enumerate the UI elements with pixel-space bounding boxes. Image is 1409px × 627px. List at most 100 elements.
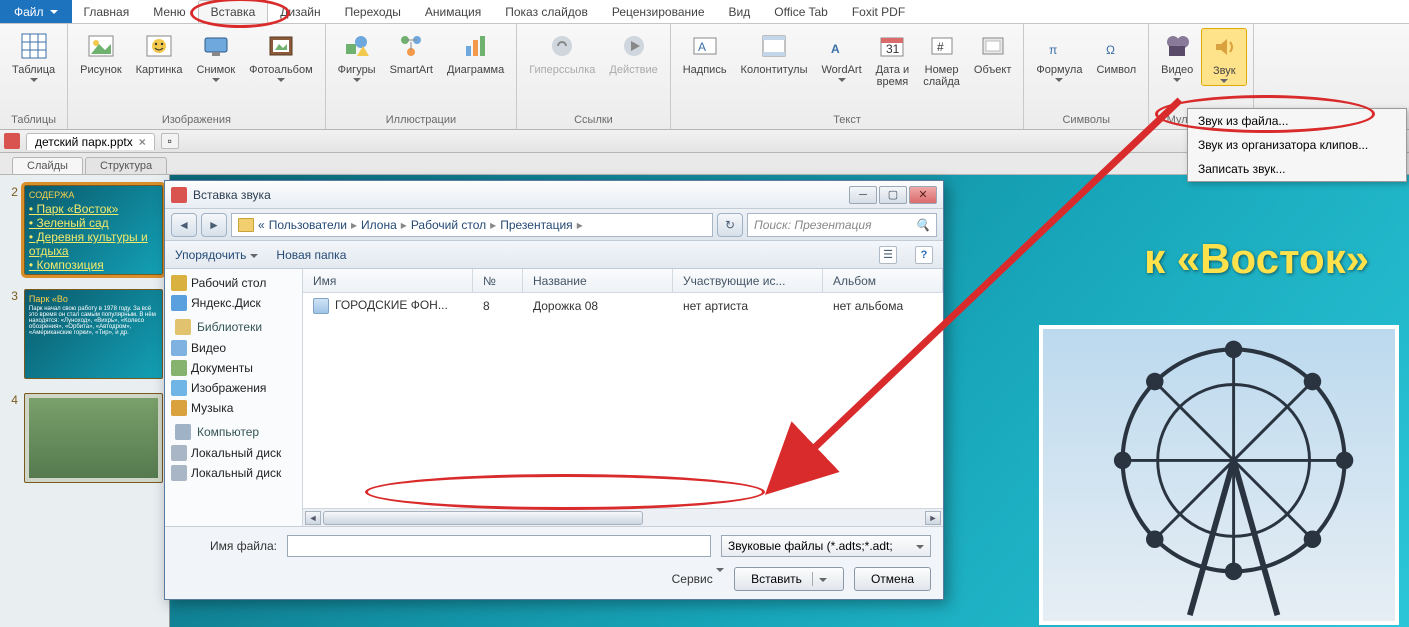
- file-row[interactable]: ГОРОДСКИЕ ФОН...8Дорожка 08нет артистане…: [303, 293, 943, 319]
- ribbon-chart-button[interactable]: Диаграмма: [441, 28, 510, 78]
- ribbon-video-button[interactable]: Видео: [1155, 28, 1199, 84]
- breadcrumb-segment[interactable]: Илона: [361, 218, 397, 232]
- slide-thumbnail[interactable]: СОДЕРЖА• Парк «Восток»• Зеленый сад• Дер…: [24, 185, 163, 275]
- textbox-icon: A: [689, 30, 721, 62]
- ribbon-action-button[interactable]: Действие: [603, 28, 663, 78]
- filename-input[interactable]: [287, 535, 711, 557]
- nav-back-button[interactable]: ◄: [171, 213, 197, 237]
- list-rows[interactable]: ГОРОДСКИЕ ФОН...8Дорожка 08нет артистане…: [303, 293, 943, 508]
- ribbon-equation-button[interactable]: πФормула: [1030, 28, 1088, 84]
- slide-thumbnail-pane[interactable]: 2СОДЕРЖА• Парк «Восток»• Зеленый сад• Де…: [0, 175, 170, 627]
- ribbon-audio-button[interactable]: Звук: [1201, 28, 1247, 86]
- close-button[interactable]: ✕: [909, 186, 937, 204]
- column-header[interactable]: Имя: [303, 269, 473, 292]
- ribbon-shapes-button[interactable]: Фигуры: [332, 28, 382, 84]
- cancel-button[interactable]: Отмена: [854, 567, 931, 591]
- insert-button[interactable]: Вставить: [734, 567, 844, 591]
- tab-вид[interactable]: Вид: [717, 0, 763, 23]
- tab-показ слайдов[interactable]: Показ слайдов: [493, 0, 600, 23]
- file-no-cell: 8: [473, 299, 523, 313]
- scroll-right-button[interactable]: ►: [925, 511, 941, 525]
- search-input[interactable]: Поиск: Презентация 🔍: [747, 213, 937, 237]
- ribbon-slidenum-button[interactable]: #Номер слайда: [917, 28, 966, 90]
- new-tab-button[interactable]: ▫: [161, 133, 179, 149]
- breadcrumb-path[interactable]: « Пользователи▸Илона▸Рабочий стол▸Презен…: [231, 213, 713, 237]
- audio-menu-item-0[interactable]: Звук из файла...: [1188, 109, 1406, 133]
- tab-foxit pdf[interactable]: Foxit PDF: [840, 0, 917, 23]
- ribbon-object-button[interactable]: Объект: [968, 28, 1017, 78]
- ribbon-table-button[interactable]: Таблица: [6, 28, 61, 84]
- sidebar-item-localdisk2[interactable]: Локальный диск: [165, 463, 302, 483]
- slide-thumbnail[interactable]: Парк «ВоПарк начал свою работу в 1978 го…: [24, 289, 163, 379]
- column-header[interactable]: Название: [523, 269, 673, 292]
- maximize-button[interactable]: ▢: [879, 186, 907, 204]
- audio-menu-item-1[interactable]: Звук из организатора клипов...: [1188, 133, 1406, 157]
- tab-анимация[interactable]: Анимация: [413, 0, 493, 23]
- chevron-right-icon: ▸: [490, 218, 496, 232]
- ribbon-picture-button[interactable]: Рисунок: [74, 28, 128, 78]
- slide-thumbnail[interactable]: [24, 393, 163, 483]
- refresh-button[interactable]: ↻: [717, 213, 743, 237]
- ribbon-group-Изображения: РисунокКартинкаСнимокФотоальбомИзображен…: [68, 24, 326, 129]
- sidebar-group-libraries[interactable]: Библиотеки: [165, 313, 302, 338]
- ribbon-hyperlink-button[interactable]: Гиперссылка: [523, 28, 601, 78]
- sidebar-item-localdisk1[interactable]: Локальный диск: [165, 443, 302, 463]
- file-menu-button[interactable]: Файл: [0, 0, 72, 23]
- audio-menu-item-2[interactable]: Записать звук...: [1188, 157, 1406, 181]
- ribbon-group-Таблицы: ТаблицаТаблицы: [0, 24, 68, 129]
- sidebar-item-pictures[interactable]: Изображения: [165, 378, 302, 398]
- ribbon-datetime-button[interactable]: 31Дата и время: [870, 28, 916, 90]
- tab-outline[interactable]: Структура: [85, 157, 167, 174]
- sidebar-item-desktop[interactable]: Рабочий стол: [165, 273, 302, 293]
- organize-button[interactable]: Упорядочить: [175, 248, 258, 262]
- tab-дизайн[interactable]: Дизайн: [268, 0, 332, 23]
- tab-office tab[interactable]: Office Tab: [762, 0, 840, 23]
- tab-меню[interactable]: Меню: [141, 0, 197, 23]
- scrollbar-thumb[interactable]: [323, 511, 643, 525]
- sidebar-item-documents[interactable]: Документы: [165, 358, 302, 378]
- column-header[interactable]: №: [473, 269, 523, 292]
- ribbon-textbox-button[interactable]: AНадпись: [677, 28, 733, 78]
- help-button[interactable]: ?: [915, 246, 933, 264]
- sidebar-item-music[interactable]: Музыка: [165, 398, 302, 418]
- tools-button[interactable]: Сервис: [672, 572, 724, 586]
- sidebar-item-videos[interactable]: Видео: [165, 338, 302, 358]
- ribbon-wordart-button[interactable]: AWordArt: [816, 28, 868, 84]
- scroll-left-button[interactable]: ◄: [305, 511, 321, 525]
- dialog-titlebar[interactable]: Вставка звука ─ ▢ ✕: [165, 181, 943, 209]
- sidebar-group-computer[interactable]: Компьютер: [165, 418, 302, 443]
- tab-вставка[interactable]: Вставка: [198, 0, 269, 23]
- ribbon-screenshot-button[interactable]: Снимок: [190, 28, 241, 84]
- list-header[interactable]: Имя№НазваниеУчаствующие ис...Альбом: [303, 269, 943, 293]
- close-icon[interactable]: ×: [139, 135, 146, 149]
- ribbon-clipart-button[interactable]: Картинка: [130, 28, 189, 78]
- ribbon-smartart-button[interactable]: SmartArt: [384, 28, 439, 78]
- chevron-right-icon: ▸: [401, 218, 407, 232]
- breadcrumb-segment[interactable]: Рабочий стол: [411, 218, 486, 232]
- view-mode-button[interactable]: ☰: [879, 246, 897, 264]
- ribbon-button-label: Формула: [1036, 64, 1082, 76]
- dialog-toolbar: Упорядочить Новая папка ☰ ?: [165, 241, 943, 269]
- column-header[interactable]: Участвующие ис...: [673, 269, 823, 292]
- tab-переходы[interactable]: Переходы: [333, 0, 413, 23]
- sidebar-item-yadisk[interactable]: Яндекс.Диск: [165, 293, 302, 313]
- ribbon-button-label: Дата и время: [876, 64, 910, 88]
- new-folder-button[interactable]: Новая папка: [276, 248, 346, 262]
- ribbon-headerfooter-button[interactable]: Колонтитулы: [735, 28, 814, 78]
- ribbon-photoalbum-button[interactable]: Фотоальбом: [243, 28, 319, 84]
- dialog-sidebar[interactable]: Рабочий столЯндекс.ДискБиблиотекиВидеоДо…: [165, 269, 303, 526]
- minimize-button[interactable]: ─: [849, 186, 877, 204]
- horizontal-scrollbar[interactable]: ◄ ►: [303, 508, 943, 526]
- tab-рецензирование[interactable]: Рецензирование: [600, 0, 717, 23]
- column-header[interactable]: Альбом: [823, 269, 943, 292]
- breadcrumb-segment[interactable]: Пользователи: [269, 218, 347, 232]
- ribbon-group-Иллюстрации: ФигурыSmartArtДиаграммаИллюстрации: [326, 24, 518, 129]
- tab-главная[interactable]: Главная: [72, 0, 142, 23]
- ribbon-symbol-button[interactable]: ΩСимвол: [1090, 28, 1142, 78]
- chevron-down-icon: [1220, 79, 1228, 83]
- file-type-filter[interactable]: Звуковые файлы (*.adts;*.adt;: [721, 535, 931, 557]
- tab-slides[interactable]: Слайды: [12, 157, 83, 174]
- breadcrumb-segment[interactable]: Презентация: [500, 218, 573, 232]
- nav-forward-button[interactable]: ►: [201, 213, 227, 237]
- document-tab[interactable]: детский парк.pptx ×: [26, 133, 155, 150]
